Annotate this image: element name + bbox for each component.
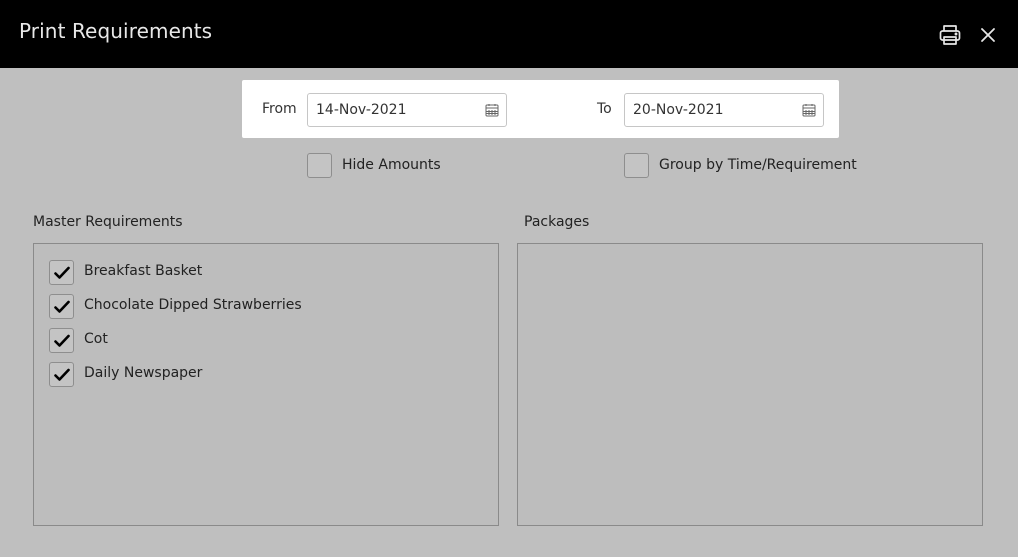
list-item[interactable]: Cot: [49, 328, 489, 353]
checkmark-icon: [54, 334, 70, 347]
list-item[interactable]: Daily Newspaper: [49, 362, 489, 387]
to-date-value: 20-Nov-2021: [633, 102, 724, 118]
master-requirements-list[interactable]: Breakfast Basket Chocolate Dipped Strawb…: [33, 243, 499, 526]
requirement-label: Breakfast Basket: [84, 263, 203, 279]
list-item[interactable]: Chocolate Dipped Strawberries: [49, 294, 489, 319]
dialog-header: Print Requirements: [0, 0, 1018, 68]
requirement-label: Cot: [84, 331, 108, 347]
list-item[interactable]: Breakfast Basket: [49, 260, 489, 285]
group-by-label: Group by Time/Requirement: [659, 157, 857, 173]
dialog-title: Print Requirements: [19, 19, 213, 43]
printer-icon: [939, 25, 961, 45]
packages-list[interactable]: [517, 243, 983, 526]
checkmark-icon: [54, 266, 70, 279]
packages-title: Packages: [524, 214, 590, 230]
requirement-checkbox[interactable]: [49, 294, 74, 319]
checkmark-icon: [54, 300, 70, 313]
to-label: To: [597, 101, 612, 117]
calendar-icon[interactable]: [485, 103, 499, 117]
requirement-label: Chocolate Dipped Strawberries: [84, 297, 302, 313]
hide-amounts-checkbox[interactable]: [307, 153, 332, 178]
requirement-checkbox[interactable]: [49, 328, 74, 353]
checkmark-icon: [54, 368, 70, 381]
to-date-input[interactable]: 20-Nov-2021: [624, 93, 824, 127]
from-date-value: 14-Nov-2021: [316, 102, 407, 118]
requirement-checkbox[interactable]: [49, 362, 74, 387]
master-requirements-title: Master Requirements: [33, 214, 183, 230]
requirement-label: Daily Newspaper: [84, 365, 203, 381]
from-label: From: [262, 101, 297, 117]
print-button[interactable]: [938, 23, 962, 47]
from-date-input[interactable]: 14-Nov-2021: [307, 93, 507, 127]
hide-amounts-label: Hide Amounts: [342, 157, 441, 173]
date-range-panel: From 14-Nov-2021 To 20-Nov-2021: [242, 80, 839, 138]
close-button[interactable]: [978, 25, 998, 45]
calendar-icon[interactable]: [802, 103, 816, 117]
close-icon: [981, 28, 995, 42]
requirement-checkbox[interactable]: [49, 260, 74, 285]
group-by-checkbox[interactable]: [624, 153, 649, 178]
